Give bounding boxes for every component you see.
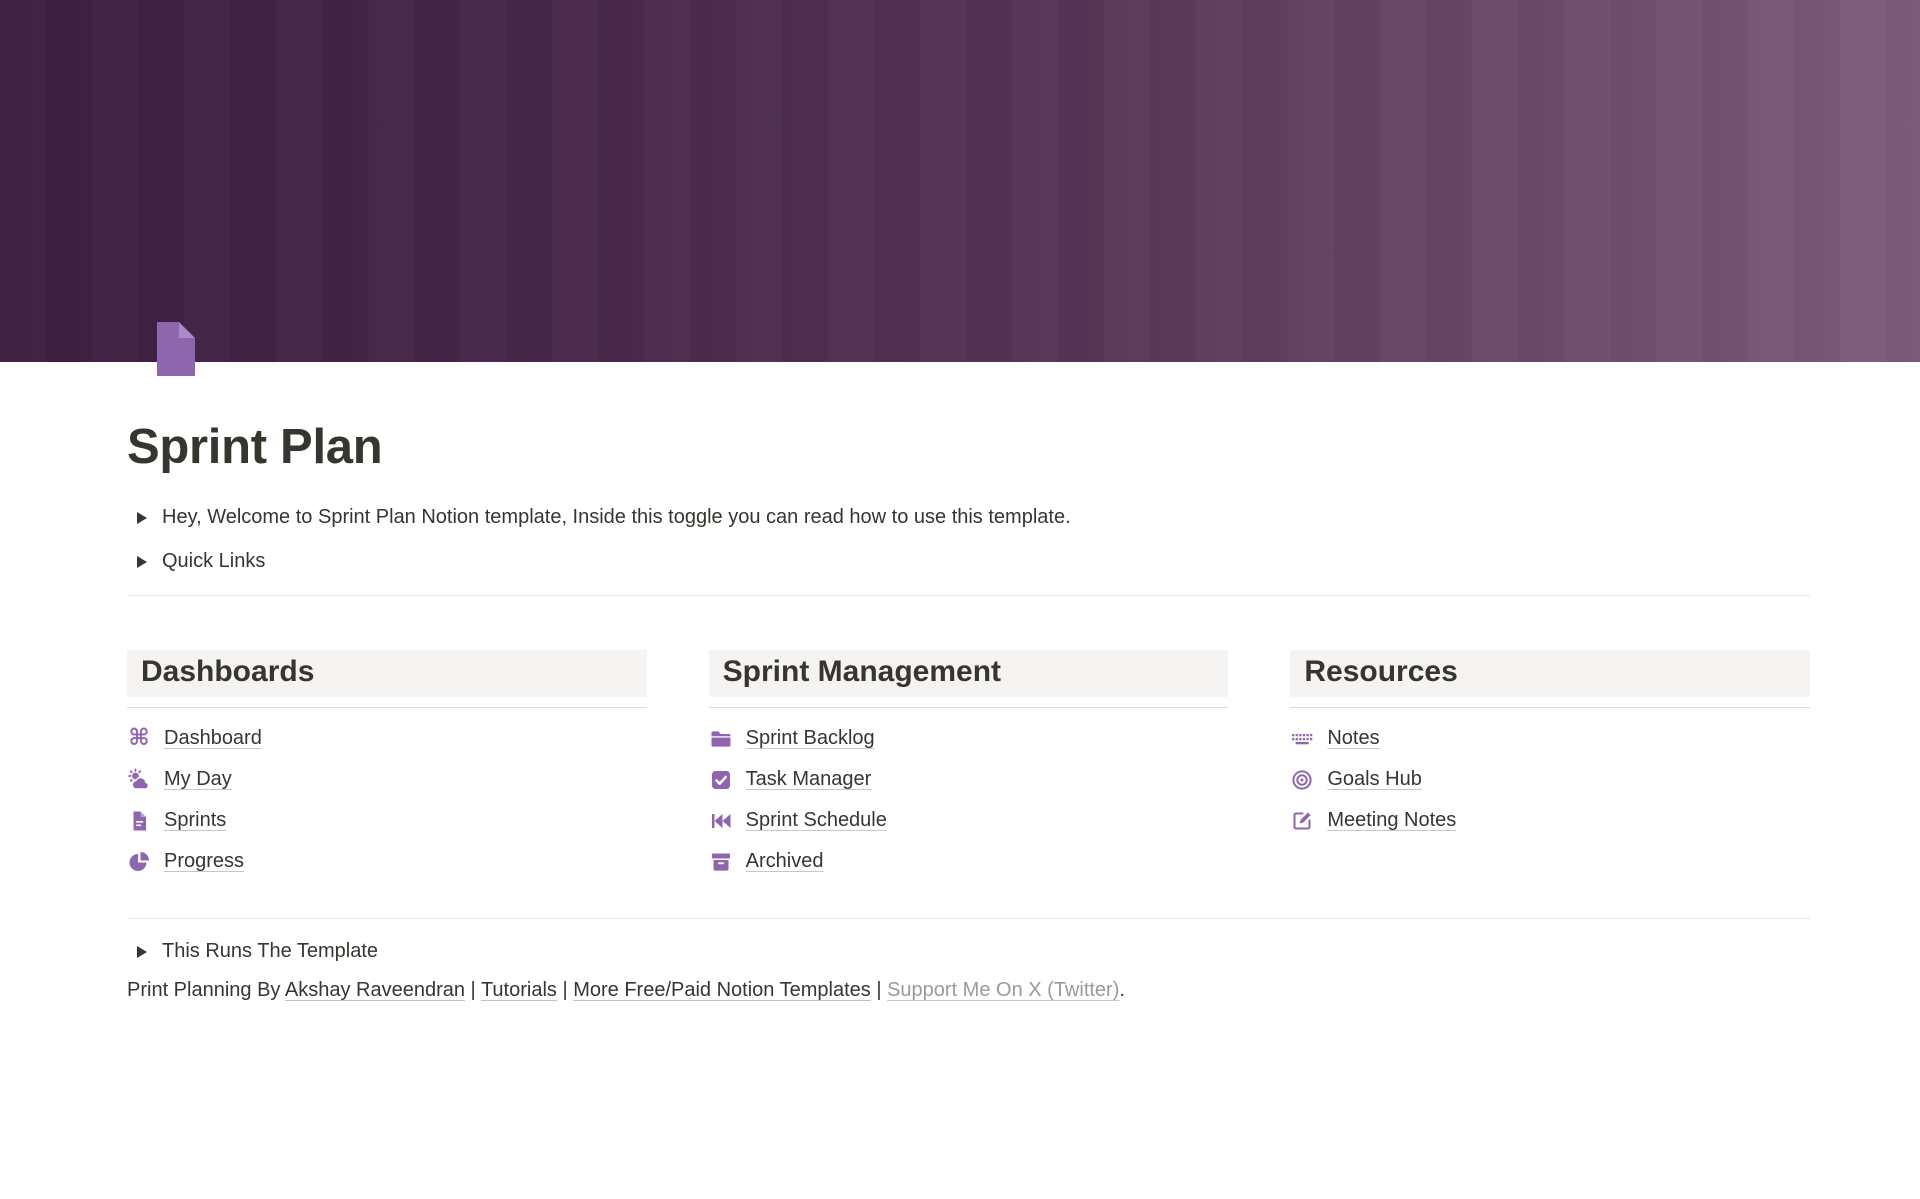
divider [127, 595, 1810, 596]
page-link-sprints[interactable]: Sprints [127, 806, 647, 836]
page-link-archived[interactable]: Archived [709, 847, 1229, 877]
pie-chart-icon [127, 850, 151, 874]
page-link-notes[interactable]: Notes [1290, 724, 1810, 754]
page-link-sprint-backlog[interactable]: Sprint Backlog [709, 724, 1229, 754]
toggle-list-bottom: This Runs The Template [127, 935, 1810, 969]
page-link-dashboard[interactable]: ⌘ Dashboard [127, 724, 647, 754]
page-link-label: Progress [164, 850, 244, 873]
page-cover [0, 0, 1920, 362]
target-icon [1290, 768, 1314, 792]
toggle-quick-links-label: Quick Links [162, 550, 265, 573]
column-sprint-management: Sprint Management Sprint Backlog [709, 650, 1229, 888]
toggle-welcome[interactable]: Hey, Welcome to Sprint Plan Notion templ… [127, 501, 1810, 535]
page-link-label: Sprint Schedule [746, 809, 887, 832]
command-icon: ⌘ [127, 727, 151, 751]
page-link-goals-hub[interactable]: Goals Hub [1290, 765, 1810, 795]
page-content: Sprint Plan Hey, Welcome to Sprint Plan … [0, 318, 1920, 1002]
toggle-quick-links[interactable]: Quick Links [127, 545, 1810, 579]
toggle-triangle-icon [137, 556, 147, 568]
document-icon [127, 809, 151, 833]
link-columns: Dashboards ⌘ Dashboard [127, 650, 1810, 888]
page-link-label: Archived [746, 850, 824, 873]
footer-separator: | [871, 979, 887, 1001]
toggle-triangle-icon [137, 946, 147, 958]
archive-icon [709, 850, 733, 874]
column-rule [709, 707, 1229, 708]
page-link-label: Meeting Notes [1327, 809, 1456, 832]
page-icon-document[interactable] [145, 318, 207, 380]
page-link-label: Notes [1327, 727, 1379, 750]
page-link-label: Sprints [164, 809, 226, 832]
footer-separator: | [557, 979, 573, 1001]
divider [127, 918, 1810, 919]
footer-link-author[interactable]: Akshay Raveendran [285, 979, 465, 1001]
footer-link-twitter[interactable]: Support Me On X (Twitter) [887, 979, 1119, 1001]
column-header-resources: Resources [1290, 650, 1810, 697]
keyboard-icon [1290, 727, 1314, 751]
page-link-label: Sprint Backlog [746, 727, 875, 750]
folder-icon [709, 727, 733, 751]
footer-link-templates[interactable]: More Free/Paid Notion Templates [573, 979, 871, 1001]
column-header-dashboards: Dashboards [127, 650, 647, 697]
page-link-my-day[interactable]: My Day [127, 765, 647, 795]
page-link-sprint-schedule[interactable]: Sprint Schedule [709, 806, 1229, 836]
page-link-task-manager[interactable]: Task Manager [709, 765, 1229, 795]
footer-link-tutorials[interactable]: Tutorials [481, 979, 557, 1001]
page-link-progress[interactable]: Progress [127, 847, 647, 877]
column-resources: Resources [1290, 650, 1810, 888]
page-link-label: Dashboard [164, 727, 262, 750]
toggle-runs-label: This Runs The Template [162, 940, 378, 963]
page-link-label: Goals Hub [1327, 768, 1422, 791]
footer-text: Print Planning By [127, 979, 285, 1001]
sun-cloud-icon [127, 768, 151, 792]
column-dashboards: Dashboards ⌘ Dashboard [127, 650, 647, 888]
toggle-list: Hey, Welcome to Sprint Plan Notion templ… [127, 501, 1810, 579]
footer-separator: | [465, 979, 481, 1001]
column-rule [127, 707, 647, 708]
footer-text: . [1119, 979, 1125, 1001]
column-rule [1290, 707, 1810, 708]
page-link-label: Task Manager [746, 768, 872, 791]
page-link-meeting-notes[interactable]: Meeting Notes [1290, 806, 1810, 836]
footer-credits: Print Planning By Akshay Raveendran | Tu… [127, 979, 1810, 1002]
toggle-triangle-icon [137, 512, 147, 524]
toggle-this-runs-the-template[interactable]: This Runs The Template [127, 935, 1810, 969]
checkbox-icon [709, 768, 733, 792]
page-title: Sprint Plan [127, 418, 1810, 477]
rewind-icon [709, 809, 733, 833]
edit-icon [1290, 809, 1314, 833]
toggle-welcome-label: Hey, Welcome to Sprint Plan Notion templ… [162, 506, 1071, 529]
page-link-label: My Day [164, 768, 232, 791]
column-header-sprint-management: Sprint Management [709, 650, 1229, 697]
